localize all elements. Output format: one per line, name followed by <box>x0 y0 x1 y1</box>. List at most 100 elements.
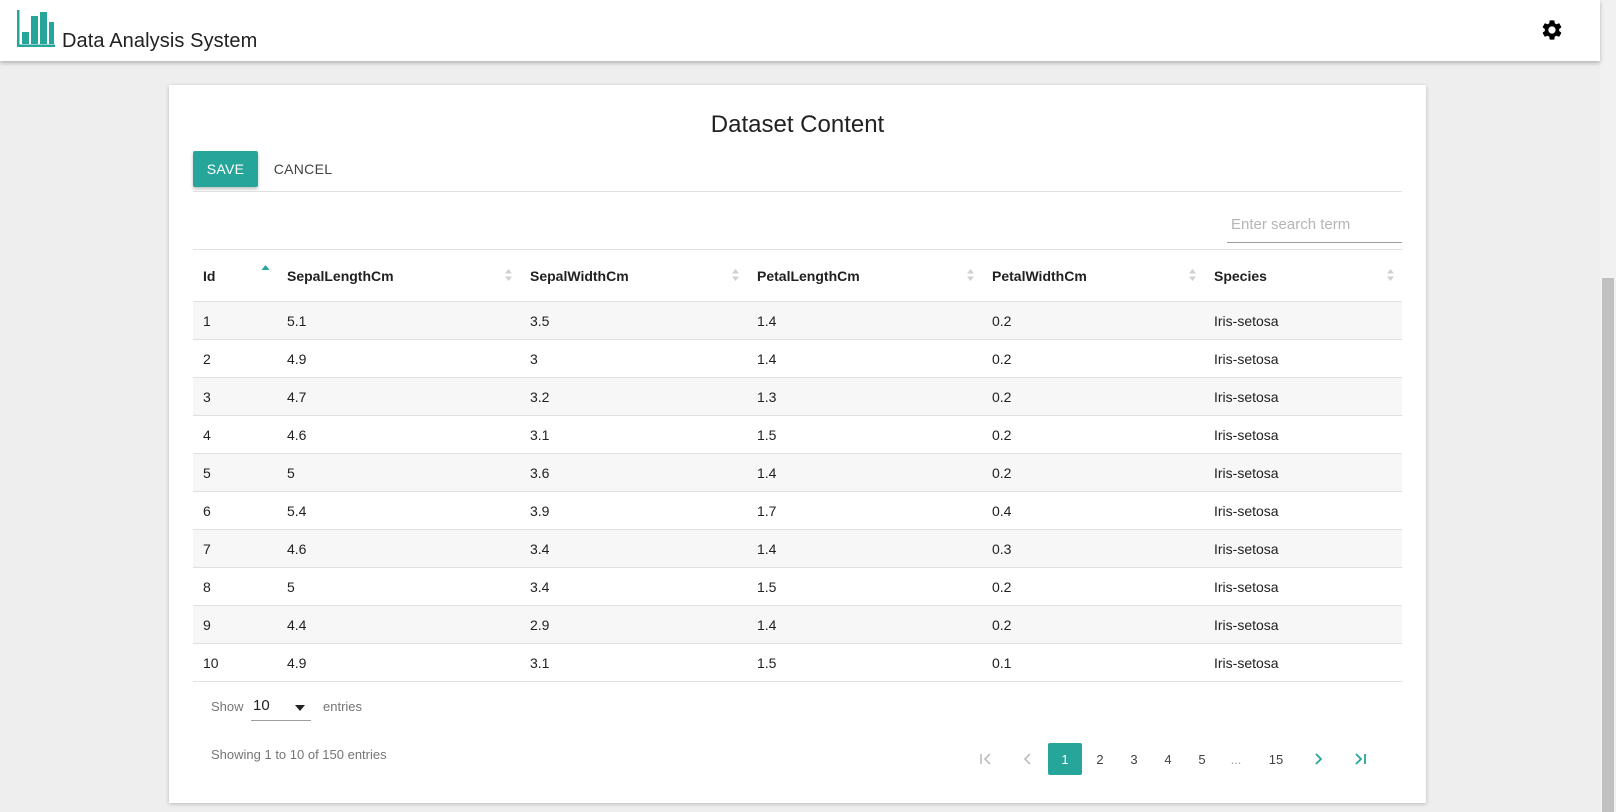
cell-sepal-width: 3.6 <box>530 464 550 481</box>
cell-id: 3 <box>203 388 211 405</box>
sort-icon <box>505 269 512 281</box>
first-page-icon <box>980 753 991 765</box>
page-size-value: 10 <box>253 697 270 714</box>
search-input[interactable] <box>1227 207 1402 243</box>
page-button-3[interactable]: 3 <box>1117 743 1151 775</box>
sort-icon <box>967 269 974 281</box>
prev-page-button[interactable] <box>1011 743 1045 775</box>
caret-down-icon <box>295 705 305 711</box>
chevron-left-icon <box>1023 753 1031 765</box>
dataset-card: Dataset Content SAVE CANCEL Id SepalLeng… <box>169 85 1426 803</box>
cell-sepal-length: 4.6 <box>287 426 307 443</box>
cell-species: Iris-setosa <box>1214 616 1279 633</box>
app-title: Data Analysis System <box>62 30 258 52</box>
first-page-button[interactable] <box>969 743 1003 775</box>
column-header-petal-width[interactable]: PetalWidthCm <box>982 250 1204 302</box>
cell-petal-length: 1.4 <box>757 464 777 481</box>
cell-id: 10 <box>203 654 219 671</box>
cell-sepal-width: 3.1 <box>530 426 550 443</box>
cell-sepal-length: 4.4 <box>287 616 307 633</box>
cell-sepal-width: 3 <box>530 350 538 367</box>
bar-chart-icon <box>17 10 55 47</box>
cell-petal-length: 1.4 <box>757 616 777 633</box>
column-header-sepal-width[interactable]: SepalWidthCm <box>520 250 747 302</box>
cell-id: 5 <box>203 464 211 481</box>
cell-id: 1 <box>203 312 211 329</box>
column-header-id[interactable]: Id <box>193 250 277 302</box>
table-row[interactable]: 8 5 3.4 1.5 0.2 Iris-setosa <box>193 568 1402 606</box>
cell-petal-width: 0.2 <box>992 464 1012 481</box>
sort-icon <box>1387 269 1394 281</box>
cell-id: 7 <box>203 540 211 557</box>
column-label: SepalWidthCm <box>530 267 629 284</box>
cell-species: Iris-setosa <box>1214 426 1279 443</box>
column-label: SepalLengthCm <box>287 267 394 284</box>
cell-petal-length: 1.3 <box>757 388 777 405</box>
table-row[interactable]: 5 5 3.6 1.4 0.2 Iris-setosa <box>193 453 1402 492</box>
table-row[interactable]: 2 4.9 3 1.4 0.2 Iris-setosa <box>193 340 1402 378</box>
cell-sepal-length: 5 <box>287 464 295 481</box>
sort-icon <box>1189 269 1196 281</box>
cell-sepal-width: 3.4 <box>530 578 550 595</box>
cell-species: Iris-setosa <box>1214 388 1279 405</box>
table-row[interactable]: 6 5.4 3.9 1.7 0.4 Iris-setosa <box>193 492 1402 530</box>
cell-petal-length: 1.5 <box>757 654 777 671</box>
save-button[interactable]: SAVE <box>193 151 258 187</box>
cell-sepal-width: 3.9 <box>530 502 550 519</box>
cell-id: 4 <box>203 426 211 443</box>
cell-petal-length: 1.4 <box>757 540 777 557</box>
cell-sepal-width: 2.9 <box>530 616 550 633</box>
column-label: Species <box>1214 267 1267 284</box>
cell-id: 9 <box>203 616 211 633</box>
cell-sepal-length: 4.9 <box>287 350 307 367</box>
column-header-species[interactable]: Species <box>1204 250 1402 302</box>
next-page-button[interactable] <box>1301 743 1335 775</box>
cell-species: Iris-setosa <box>1214 350 1279 367</box>
cell-petal-length: 1.4 <box>757 312 777 329</box>
cell-petal-width: 0.2 <box>992 388 1012 405</box>
page-button-4[interactable]: 4 <box>1151 743 1185 775</box>
cell-petal-width: 0.2 <box>992 426 1012 443</box>
cell-petal-length: 1.5 <box>757 578 777 595</box>
cell-id: 6 <box>203 502 211 519</box>
cell-petal-width: 0.2 <box>992 578 1012 595</box>
cell-species: Iris-setosa <box>1214 502 1279 519</box>
last-page-icon <box>1355 753 1366 765</box>
page-button-2[interactable]: 2 <box>1083 743 1117 775</box>
cancel-button[interactable]: CANCEL <box>267 151 339 187</box>
sort-icon <box>732 269 739 281</box>
cell-sepal-length: 4.9 <box>287 654 307 671</box>
divider <box>193 191 1402 192</box>
table-row[interactable]: 3 4.7 3.2 1.3 0.2 Iris-setosa <box>193 377 1402 416</box>
page-button-1[interactable]: 1 <box>1048 743 1082 775</box>
dataset-table: Id SepalLengthCm SepalWidthCm PetalLengt… <box>193 249 1402 682</box>
cell-petal-width: 0.3 <box>992 540 1012 557</box>
page-button-15[interactable]: 15 <box>1259 743 1293 775</box>
cell-species: Iris-setosa <box>1214 654 1279 671</box>
table-row[interactable]: 10 4.9 3.1 1.5 0.1 Iris-setosa <box>193 644 1402 682</box>
page-title: Dataset Content <box>710 111 885 138</box>
table-row[interactable]: 1 5.1 3.5 1.4 0.2 Iris-setosa <box>193 301 1402 340</box>
last-page-button[interactable] <box>1343 743 1377 775</box>
page-button-5[interactable]: 5 <box>1185 743 1219 775</box>
gear-icon[interactable] <box>1540 18 1564 42</box>
cell-petal-width: 0.2 <box>992 312 1012 329</box>
table-row[interactable]: 4 4.6 3.1 1.5 0.2 Iris-setosa <box>193 416 1402 454</box>
cell-id: 2 <box>203 350 211 367</box>
cell-petal-length: 1.4 <box>757 350 777 367</box>
app-header: Data Analysis System <box>0 0 1600 61</box>
show-label: Show <box>211 699 244 714</box>
cell-petal-length: 1.7 <box>757 502 777 519</box>
column-header-petal-length[interactable]: PetalLengthCm <box>747 250 982 302</box>
table-row[interactable]: 9 4.4 2.9 1.4 0.2 Iris-setosa <box>193 605 1402 644</box>
cell-sepal-width: 3.1 <box>530 654 550 671</box>
cell-sepal-width: 3.5 <box>530 312 550 329</box>
page-scrollbar[interactable] <box>1600 0 1616 812</box>
page-size-select[interactable]: 10 <box>251 685 311 721</box>
scrollbar-thumb[interactable] <box>1602 278 1614 812</box>
column-header-sepal-length[interactable]: SepalLengthCm <box>277 250 520 302</box>
entries-label: entries <box>323 699 363 714</box>
cell-species: Iris-setosa <box>1214 578 1279 595</box>
table-row[interactable]: 7 4.6 3.4 1.4 0.3 Iris-setosa <box>193 529 1402 568</box>
cell-id: 8 <box>203 578 211 595</box>
